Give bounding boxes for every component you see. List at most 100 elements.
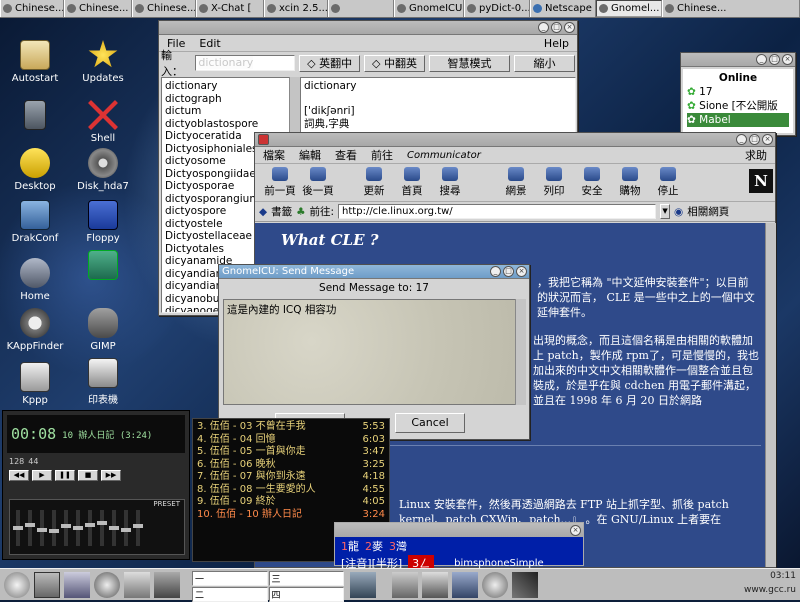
gear-icon[interactable] <box>482 572 508 598</box>
reload-button[interactable]: 更新 <box>355 167 393 198</box>
window-menu-icon[interactable] <box>258 134 269 145</box>
task-chinese-4[interactable]: Chinese... <box>662 0 800 17</box>
play-icon[interactable]: ▶ <box>32 470 52 481</box>
menu-edit[interactable]: 編輯 <box>299 147 321 163</box>
close-icon[interactable]: × <box>782 54 793 65</box>
back-button[interactable]: 前一頁 <box>261 167 299 198</box>
minimize-icon[interactable]: _ <box>490 266 501 277</box>
eq-slider[interactable] <box>49 510 59 546</box>
menu-go[interactable]: 前往 <box>371 147 393 163</box>
playlist-row[interactable]: 6. 伍佰 - 06 晚秋 3:25 <box>197 459 385 472</box>
playlist-row[interactable]: 10. 伍佰 - 10 辦人日記 3:24 <box>197 509 385 522</box>
task-gnomeicu[interactable]: GnomeICU <box>394 0 464 17</box>
web-scrollbar[interactable] <box>765 223 776 567</box>
disk-monitor-icon[interactable] <box>392 572 418 598</box>
desktop-icon-trash[interactable] <box>4 100 66 133</box>
eq-slider[interactable] <box>85 510 95 546</box>
stop-icon[interactable]: ■ <box>78 470 98 481</box>
maximize-icon[interactable]: □ <box>769 54 780 65</box>
online-titlebar[interactable]: _ □ × <box>681 53 795 67</box>
task-empty[interactable] <box>328 0 394 17</box>
smart-mode-button[interactable]: 智慧模式 <box>428 54 511 72</box>
task-gnome[interactable]: Gnomel... <box>596 0 662 17</box>
candidate-1[interactable]: 1龍 <box>341 538 359 554</box>
cancel-button[interactable]: Cancel <box>395 413 465 433</box>
eq-slider[interactable] <box>61 510 71 546</box>
playlist-row[interactable]: 8. 伍佰 - 08 一生要愛的人 4:55 <box>197 484 385 497</box>
minimize-icon[interactable]: _ <box>756 54 767 65</box>
candidate-3[interactable]: 3灣 <box>389 538 407 554</box>
menu-view[interactable]: 查看 <box>335 147 357 163</box>
desktop-icon-printer[interactable]: 印表機 <box>72 358 134 406</box>
maximize-icon[interactable]: □ <box>551 22 562 33</box>
chevron-down-icon[interactable]: ▼ <box>660 204 671 219</box>
security-button[interactable]: 安全 <box>573 167 611 198</box>
cn-to-en-button[interactable]: ◇ 中翻英 <box>364 54 425 72</box>
minimize-icon[interactable]: _ <box>736 134 747 145</box>
task-chinese-2[interactable]: Chinese... <box>64 0 132 17</box>
eq-slider[interactable] <box>97 510 107 546</box>
task-chinese-3[interactable]: Chinese... <box>132 0 196 17</box>
eq-slider[interactable] <box>121 510 131 546</box>
home-button[interactable]: 首頁 <box>393 167 431 198</box>
desktop-icon-home[interactable]: Home <box>4 258 66 302</box>
monitor-icon[interactable] <box>452 572 478 598</box>
network-icon[interactable] <box>350 572 376 598</box>
eq-slider[interactable] <box>133 510 143 546</box>
prev-icon[interactable]: ◀◀ <box>9 470 29 481</box>
search-button[interactable]: 搜尋 <box>431 167 469 198</box>
desktop-icon-gimp[interactable]: GIMP <box>72 308 134 352</box>
minimize-icon[interactable]: _ <box>538 22 549 33</box>
eq-slider[interactable] <box>37 510 47 546</box>
message-textarea[interactable]: 這是內建的 ICQ 相容功 <box>223 299 517 405</box>
playlist-row[interactable]: 9. 伍佰 - 09 終於 4:05 <box>197 496 385 509</box>
workspace-1[interactable]: 一 <box>192 571 268 586</box>
settings-icon[interactable] <box>94 572 120 598</box>
desktop-icon-disk[interactable]: Disk_hda7 <box>72 148 134 192</box>
maximize-icon[interactable]: □ <box>749 134 760 145</box>
related-button[interactable]: 相關網頁 <box>687 204 729 219</box>
desktop-icon-drakconf[interactable]: DrakConf <box>4 200 66 244</box>
task-xchat[interactable]: X-Chat [ <box>196 0 264 17</box>
stop-button[interactable]: 停止 <box>649 167 687 198</box>
word-list-item[interactable]: dictum <box>165 105 293 118</box>
close-icon[interactable]: × <box>762 134 773 145</box>
workspace-3[interactable]: 三 <box>268 571 344 586</box>
files-icon[interactable] <box>154 572 180 598</box>
search-input[interactable]: dictionary <box>195 55 296 71</box>
task-netscape[interactable]: Netscape <box>530 0 596 17</box>
eq-slider[interactable] <box>73 510 83 546</box>
task-xcin[interactable]: xcin 2.5... <box>264 0 328 17</box>
close-icon[interactable]: × <box>570 524 581 536</box>
gnome-foot-icon[interactable] <box>4 572 30 598</box>
desktop-icon-updates[interactable]: Updates <box>72 40 134 84</box>
maximize-icon[interactable]: □ <box>503 266 514 277</box>
contact-mabel[interactable]: ✿ Mabel <box>687 113 789 127</box>
playlist-row[interactable]: 3. 伍佰 - 03 不曾在手我 5:53 <box>197 421 385 434</box>
menu-edit[interactable]: Edit <box>199 37 220 50</box>
terminal-icon[interactable] <box>34 572 60 598</box>
forward-button[interactable]: 後一頁 <box>299 167 337 198</box>
shrink-button[interactable]: 縮小 <box>514 54 575 72</box>
menu-help[interactable]: Help <box>544 37 569 50</box>
icq-titlebar[interactable]: GnomeICU: Send Message _ □ × <box>219 265 529 279</box>
eq-slider[interactable] <box>13 510 23 546</box>
xcin-titlebar[interactable]: × <box>335 523 583 537</box>
desktop-icon-autostart[interactable]: Autostart <box>4 40 66 84</box>
tools-icon[interactable] <box>512 572 538 598</box>
word-list-item[interactable]: dictionary <box>165 80 293 93</box>
contact-sione[interactable]: ✿ Sione [不公開版 <box>687 99 789 113</box>
candidate-2[interactable]: 2麥 <box>365 538 383 554</box>
netscape-button[interactable]: 網景 <box>497 167 535 198</box>
menu-file[interactable]: 檔案 <box>263 147 285 163</box>
playlist-row[interactable]: 4. 伍佰 - 04 回憶 6:03 <box>197 434 385 447</box>
next-icon[interactable]: ▶▶ <box>101 470 121 481</box>
pause-icon[interactable]: ❚❚ <box>55 470 75 481</box>
cpu-icon[interactable] <box>422 572 448 598</box>
contact-17[interactable]: ✿ 17 <box>687 85 789 99</box>
desktop-icon-kppp[interactable]: Kppp <box>4 362 66 406</box>
bookmarks-button[interactable]: 書籤 <box>271 204 292 219</box>
desktop-icon-shell[interactable]: Shell <box>72 100 134 144</box>
desktop-icon-floppy[interactable]: Floppy <box>72 200 134 244</box>
pydict-titlebar[interactable]: _ □ × <box>159 21 577 35</box>
